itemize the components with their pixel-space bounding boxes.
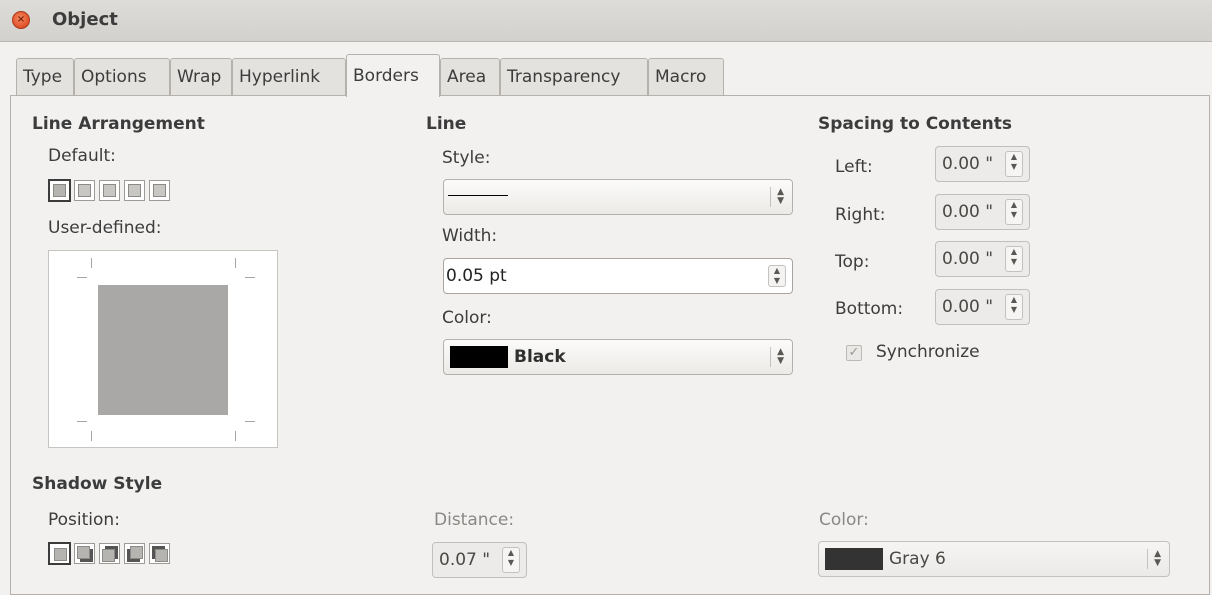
window-title: Object — [52, 9, 118, 30]
close-icon[interactable]: × — [12, 11, 30, 29]
chevron-updown-icon: ▲ ▼ — [770, 347, 784, 367]
spacing-top-value: 0.00 " — [942, 249, 994, 269]
shadow-color-value: Gray 6 — [889, 549, 946, 569]
preset-box-shadow[interactable] — [99, 180, 120, 201]
left-label: Left: — [835, 157, 873, 177]
line-color-label: Color: — [442, 308, 492, 328]
shadow-color-swatch — [825, 548, 883, 570]
shadow-distance-value: 0.07 " — [439, 550, 491, 570]
line-color-value: Black — [514, 347, 566, 367]
tab-borders[interactable]: Borders — [346, 54, 440, 97]
distance-label: Distance: — [434, 510, 515, 530]
shadow-top-left[interactable] — [149, 543, 170, 564]
line-style-sample — [448, 195, 508, 196]
spacing-right-value: 0.00 " — [942, 202, 994, 222]
tick — [245, 277, 255, 278]
tick — [245, 421, 255, 422]
preset-outer[interactable] — [149, 180, 170, 201]
line-color-swatch — [450, 346, 508, 368]
tab-options[interactable]: Options — [74, 58, 170, 96]
bottom-label: Bottom: — [835, 299, 904, 319]
spacing-left-value: 0.00 " — [942, 154, 994, 174]
chevron-updown-icon: ▲ ▼ — [1147, 549, 1161, 569]
tick — [235, 258, 236, 268]
shadow-color-label: Color: — [819, 510, 869, 530]
tick — [91, 431, 92, 441]
tick — [77, 277, 87, 278]
style-select[interactable]: ▲ ▼ — [443, 179, 793, 215]
line-heading: Line — [426, 114, 467, 134]
spin-icon[interactable]: ▲ ▼ — [768, 265, 786, 287]
shadow-color-select[interactable]: Gray 6 ▲ ▼ — [818, 541, 1170, 577]
spacing-right-field[interactable]: 0.00 " ▲ ▼ — [935, 194, 1030, 230]
preview-object — [98, 285, 228, 415]
shadow-top-right[interactable] — [99, 543, 120, 564]
tick — [235, 431, 236, 441]
synchronize-checkbox[interactable]: ✓ — [846, 345, 862, 361]
tick — [91, 258, 92, 268]
line-color-select[interactable]: Black ▲ ▼ — [443, 339, 793, 375]
spin-icon[interactable]: ▲ ▼ — [1005, 246, 1023, 272]
default-label: Default: — [48, 146, 116, 166]
width-value: 0.05 pt — [446, 266, 507, 286]
check-icon: ✓ — [848, 345, 860, 360]
title-bar: × Object — [0, 0, 1212, 42]
position-label: Position: — [48, 510, 120, 530]
tab-area[interactable]: Area — [440, 58, 500, 96]
top-label: Top: — [835, 252, 870, 272]
spacing-top-field[interactable]: 0.00 " ▲ ▼ — [935, 241, 1030, 277]
spacing-bottom-value: 0.00 " — [942, 297, 994, 317]
tab-transparency[interactable]: Transparency — [500, 58, 648, 96]
width-field[interactable]: 0.05 pt ▲ ▼ — [443, 258, 793, 294]
shadow-bottom-right[interactable] — [74, 543, 95, 564]
spin-icon[interactable]: ▲ ▼ — [1005, 151, 1023, 177]
shadow-position-presets — [48, 542, 170, 565]
shadow-none[interactable] — [48, 542, 71, 565]
tab-hyperlink[interactable]: Hyperlink — [232, 58, 346, 96]
style-label: Style: — [442, 148, 491, 168]
tab-wrap[interactable]: Wrap — [170, 58, 232, 96]
border-preview[interactable] — [48, 250, 278, 448]
chevron-updown-icon: ▲ ▼ — [770, 187, 784, 207]
spacing-heading: Spacing to Contents — [818, 114, 1012, 134]
preset-none[interactable] — [48, 179, 71, 202]
spacing-bottom-field[interactable]: 0.00 " ▲ ▼ — [935, 289, 1030, 325]
spin-icon[interactable]: ▲ ▼ — [502, 547, 520, 573]
line-arrangement-heading: Line Arrangement — [32, 114, 205, 134]
width-label: Width: — [442, 226, 498, 246]
spin-icon[interactable]: ▲ ▼ — [1005, 199, 1023, 225]
preset-box[interactable] — [74, 180, 95, 201]
preset-box-thick[interactable] — [124, 180, 145, 201]
spacing-left-field[interactable]: 0.00 " ▲ ▼ — [935, 146, 1030, 182]
default-presets — [48, 179, 170, 202]
synchronize-label: Synchronize — [876, 342, 980, 362]
tab-type[interactable]: Type — [16, 58, 74, 96]
tab-macro[interactable]: Macro — [648, 58, 724, 96]
shadow-distance-field[interactable]: 0.07 " ▲ ▼ — [432, 542, 527, 578]
right-label: Right: — [835, 205, 886, 225]
tick — [77, 421, 87, 422]
spin-icon[interactable]: ▲ ▼ — [1005, 294, 1023, 320]
shadow-bottom-left[interactable] — [124, 543, 145, 564]
user-defined-label: User-defined: — [48, 218, 162, 238]
shadow-style-heading: Shadow Style — [32, 474, 163, 494]
